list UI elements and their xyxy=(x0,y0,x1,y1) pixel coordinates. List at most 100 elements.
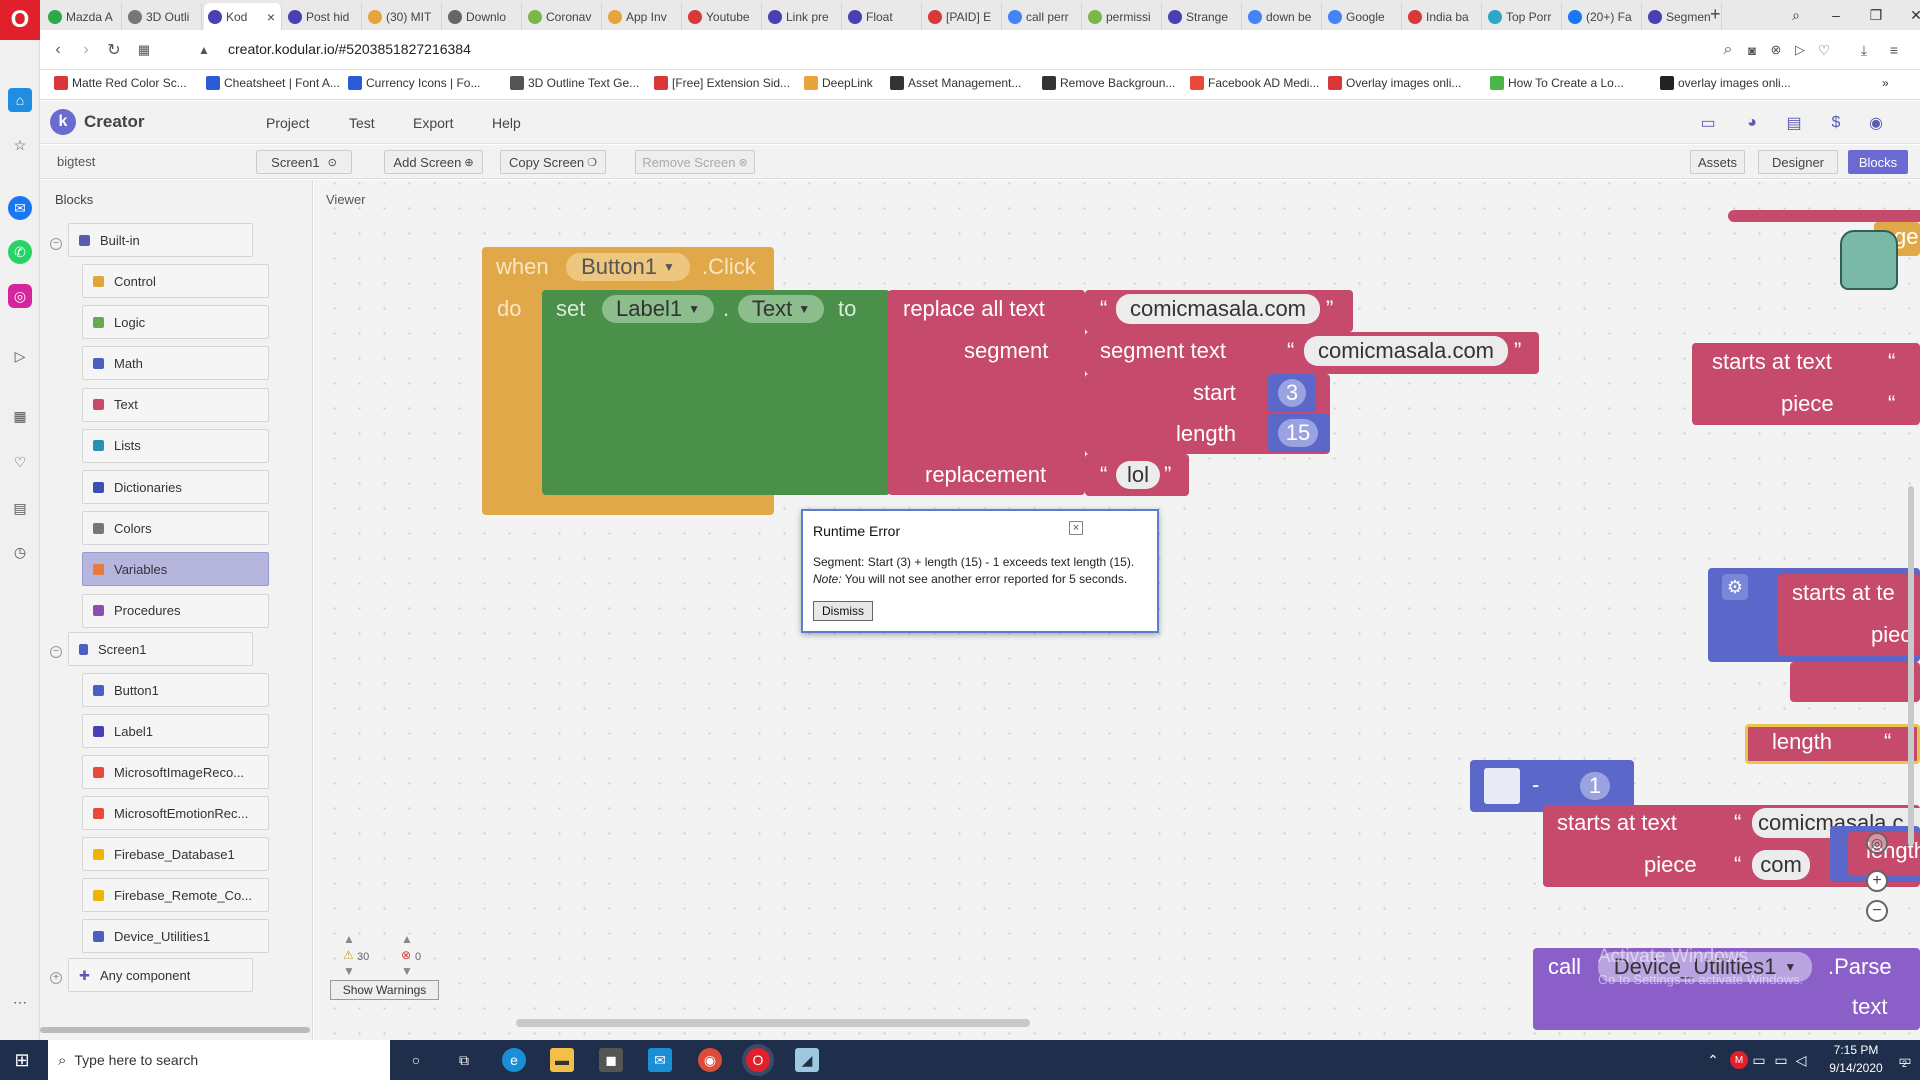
edge-icon[interactable]: e xyxy=(502,1048,526,1072)
com-value[interactable]: com xyxy=(1752,850,1810,880)
bookmark-item[interactable]: overlay images onli... xyxy=(1660,76,1791,90)
tab-1[interactable]: 3D Outli xyxy=(124,3,202,30)
text-property-dropdown[interactable]: Text ▼ xyxy=(738,295,824,323)
recenter-icon[interactable]: ◎ xyxy=(1866,832,1888,854)
builtin-item-procedures[interactable]: Procedures xyxy=(82,593,269,628)
play-icon[interactable]: ▷ xyxy=(1788,38,1812,62)
tab-8[interactable]: Youtube xyxy=(684,3,762,30)
partial-text-block[interactable] xyxy=(1790,662,1920,702)
bookmark-item[interactable]: Currency Icons | Fo... xyxy=(348,76,481,90)
bookmark-item[interactable]: DeepLink xyxy=(804,76,873,90)
remove-screen-button[interactable]: Remove Screen ⊗ xyxy=(635,150,755,174)
menu-project[interactable]: Project xyxy=(266,115,310,131)
partial-block-top[interactable] xyxy=(1728,210,1920,222)
zoom-in-icon[interactable]: + xyxy=(1866,870,1888,892)
component-item[interactable]: Device_Utilities1 xyxy=(82,919,269,953)
bookmark-item[interactable]: Cheatsheet | Font A... xyxy=(206,76,340,90)
segment-text-value[interactable]: comicmasala.com xyxy=(1304,336,1508,366)
copy-screen-button[interactable]: Copy Screen ❍ xyxy=(500,150,606,174)
messenger-icon[interactable]: ✉ xyxy=(8,196,32,220)
tab-7[interactable]: App Inv xyxy=(604,3,682,30)
more-bookmarks-icon[interactable]: » xyxy=(1882,76,1889,90)
taskbar-search-box[interactable]: ⌕ Type here to search xyxy=(48,1040,390,1080)
component-item[interactable]: Firebase_Database1 xyxy=(82,837,269,871)
apps-icon[interactable]: ▦ xyxy=(8,404,32,428)
zoom-out-icon[interactable]: − xyxy=(1866,900,1888,922)
empty-socket[interactable] xyxy=(1484,768,1520,804)
tab-9[interactable]: Link pre xyxy=(764,3,842,30)
tab-2[interactable]: Kod × xyxy=(204,3,282,30)
component-item[interactable]: Firebase_Remote_Co... xyxy=(82,878,269,912)
builtin-item-variables[interactable]: Variables xyxy=(82,552,269,587)
screen-select[interactable]: Screen1 ⊙ xyxy=(256,150,352,174)
label1-dropdown[interactable]: Label1 ▼ xyxy=(602,295,714,323)
tab-3[interactable]: Post hid xyxy=(284,3,362,30)
tab-12[interactable]: call perr xyxy=(1004,3,1082,30)
heart-icon[interactable]: ♡ xyxy=(1812,38,1836,62)
news-icon[interactable]: ▤ xyxy=(8,496,32,520)
viewer-hscrollbar[interactable] xyxy=(516,1019,1030,1027)
warnings-down-icon[interactable]: ▼ xyxy=(343,964,355,978)
replacement-value[interactable]: lol xyxy=(1116,461,1160,489)
component-item[interactable]: MicrosoftEmotionRec... xyxy=(82,796,269,830)
bookmark-item[interactable]: Remove Backgroun... xyxy=(1042,76,1175,90)
builtin-item-colors[interactable]: Colors xyxy=(82,511,269,546)
search-icon[interactable]: ⌕ xyxy=(1716,38,1740,62)
minimize-icon[interactable]: – xyxy=(1818,4,1854,26)
warnings-up-icon[interactable]: ▲ xyxy=(343,932,355,946)
tab-4[interactable]: (30) MIT xyxy=(364,3,442,30)
start-value[interactable]: 3 xyxy=(1278,379,1306,407)
bookmark-item[interactable]: How To Create a Lo... xyxy=(1490,76,1624,90)
home-icon[interactable]: ⌂ xyxy=(8,88,32,112)
opera-logo-icon[interactable]: O xyxy=(0,0,40,40)
tab-6[interactable]: Coronav xyxy=(524,3,602,30)
tab-14[interactable]: Strange xyxy=(1164,3,1242,30)
more-icon[interactable]: ⋯ xyxy=(8,990,32,1014)
blocks-button[interactable]: Blocks xyxy=(1848,150,1908,174)
component-item[interactable]: MicrosoftImageReco... xyxy=(82,755,269,789)
network-icon[interactable]: ▭ xyxy=(1772,1048,1790,1072)
collapse-screen-icon[interactable]: − xyxy=(50,646,62,658)
bookmark-item[interactable]: [Free] Extension Sid... xyxy=(654,76,790,90)
url-field[interactable]: creator.kodular.io/#5203851827216384 xyxy=(228,41,471,57)
menu-test[interactable]: Test xyxy=(349,115,375,131)
bookmark-item[interactable]: Facebook AD Medi... xyxy=(1190,76,1319,90)
mail-icon[interactable]: ✉ xyxy=(648,1048,672,1072)
tray-camera-icon[interactable]: ▭ xyxy=(1750,1048,1768,1072)
site-info-icon[interactable]: ▲ xyxy=(192,38,216,62)
heart-icon[interactable]: ♡ xyxy=(8,450,32,474)
brand-title[interactable]: Creator xyxy=(84,112,144,132)
tab-11[interactable]: [PAID] E xyxy=(924,3,1002,30)
builtin-group[interactable]: Built-in xyxy=(68,223,253,257)
builtin-item-lists[interactable]: Lists xyxy=(82,428,269,463)
panel-scrollbar[interactable] xyxy=(40,1027,310,1033)
tray-app-icon[interactable]: M xyxy=(1730,1051,1748,1069)
bookmark-item[interactable]: Matte Red Color Sc... xyxy=(54,76,187,90)
screen-group[interactable]: Screen1 xyxy=(68,632,253,666)
star-icon[interactable]: ☆ xyxy=(8,133,32,157)
account-icon[interactable]: ◉ xyxy=(1866,113,1886,133)
tabs-grid-icon[interactable]: ▦ xyxy=(132,38,156,62)
windows-start-icon[interactable]: ⊞ xyxy=(10,1048,34,1072)
menu-icon[interactable]: ≡ xyxy=(1882,38,1906,62)
one-value[interactable]: 1 xyxy=(1580,772,1610,800)
bookmark-item[interactable]: 3D Outline Text Ge... xyxy=(510,76,639,90)
adblock-icon[interactable]: ⊗ xyxy=(1764,38,1788,62)
expand-any-icon[interactable]: + xyxy=(50,972,62,984)
builtin-item-math[interactable]: Math xyxy=(82,346,269,381)
search-tabs-icon[interactable]: ⌕ xyxy=(1778,4,1814,26)
builtin-item-dictionaries[interactable]: Dictionaries xyxy=(82,470,269,504)
assets-button[interactable]: Assets xyxy=(1690,150,1745,174)
errors-down-icon[interactable]: ▼ xyxy=(401,964,413,978)
collapse-builtin-icon[interactable]: − xyxy=(50,238,62,250)
bookmark-item[interactable]: Overlay images onli... xyxy=(1328,76,1461,90)
button1-dropdown[interactable]: Button1 ▼ xyxy=(566,253,690,281)
download-icon[interactable]: ⤓ xyxy=(1852,38,1876,62)
tab-17[interactable]: India ba xyxy=(1404,3,1482,30)
chrome-icon[interactable]: ◉ xyxy=(698,1048,722,1072)
reload-icon[interactable]: ↻ xyxy=(102,38,126,62)
bookmark-item[interactable]: Asset Management... xyxy=(890,76,1021,90)
whatsapp-icon[interactable]: ✆ xyxy=(8,240,32,264)
close-tab-icon[interactable]: × xyxy=(267,9,275,25)
chevron-up-icon[interactable]: ⌃ xyxy=(1706,1048,1720,1072)
